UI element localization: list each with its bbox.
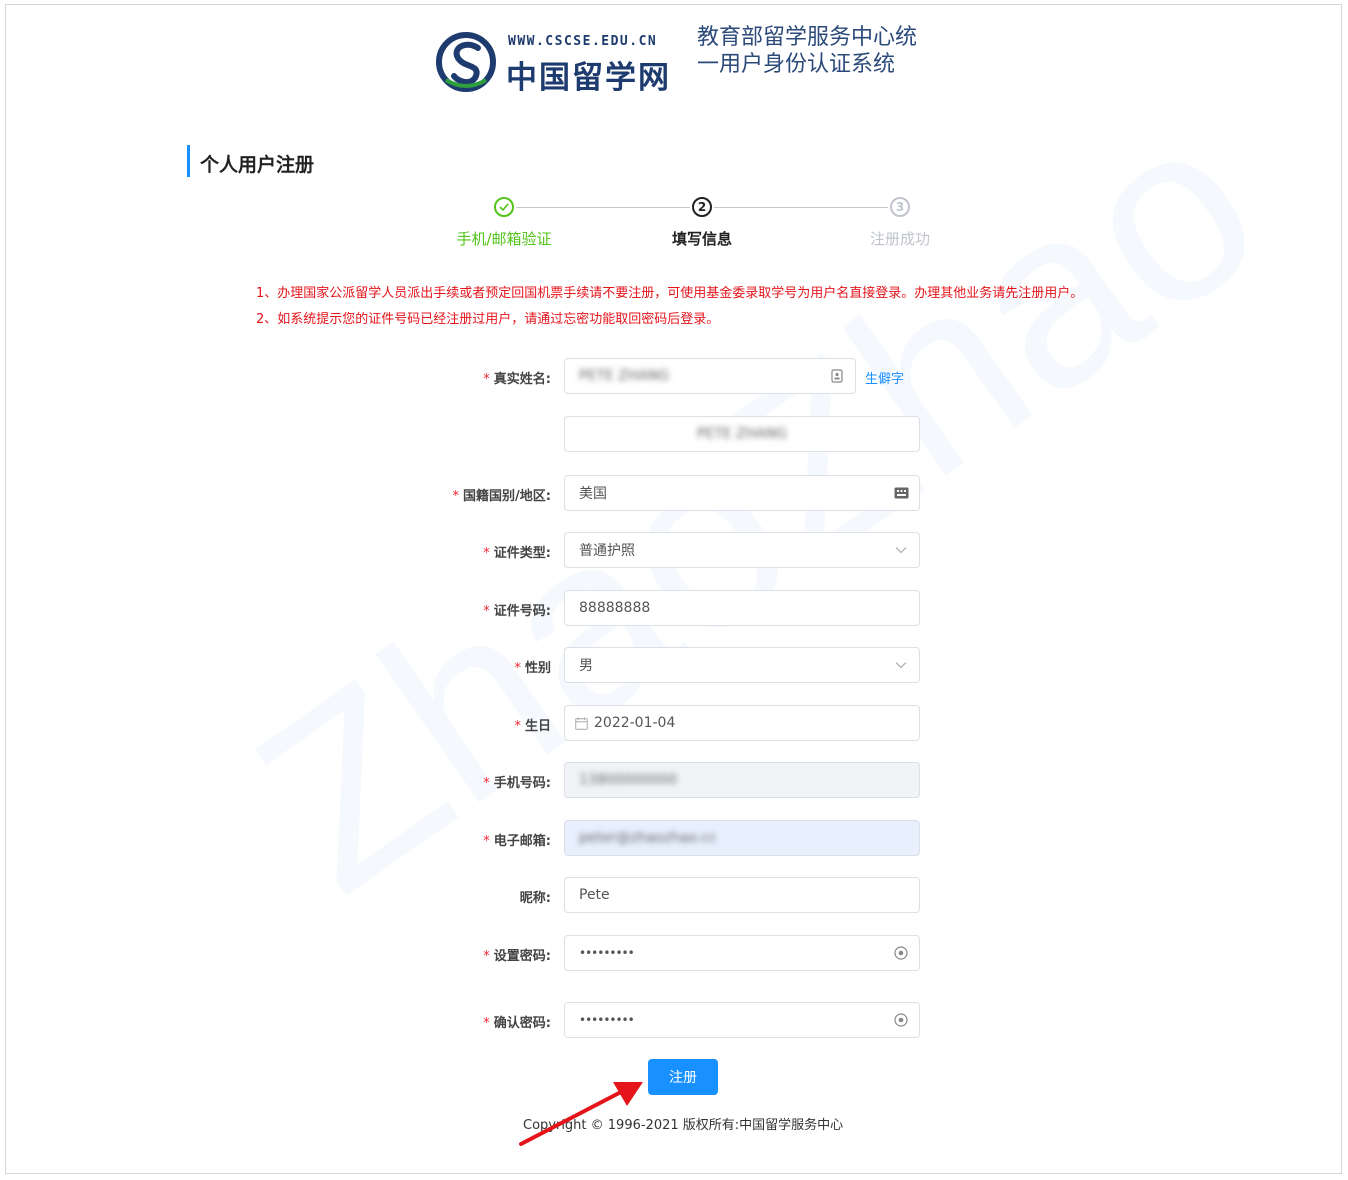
- page-frame: [5, 4, 1342, 1174]
- step-1-label: 手机/邮箱验证: [456, 230, 552, 248]
- phone-input: 13800000000: [564, 762, 920, 798]
- logo-icon: [436, 32, 496, 92]
- birthday-value: 2022-01-04: [594, 715, 676, 731]
- birthday-date-picker[interactable]: 2022-01-04: [564, 705, 920, 741]
- logo-url: WWW.CSCSE.EDU.CN: [508, 34, 658, 49]
- eye-icon[interactable]: [893, 1012, 909, 1028]
- nickname-value: Pete: [579, 887, 610, 903]
- keyboard-icon[interactable]: [893, 485, 909, 501]
- phone-value: 13800000000: [579, 772, 677, 788]
- name-preview-value: PETE ZHANG: [696, 426, 788, 442]
- eye-icon[interactable]: [893, 945, 909, 961]
- name-preview-box: PETE ZHANG: [564, 416, 920, 452]
- real-name-value: PETE ZHANG: [579, 368, 670, 384]
- contact-card-icon[interactable]: [829, 368, 845, 384]
- id-number-label: * 证件号码:: [483, 604, 551, 619]
- step-connector-2: [714, 207, 888, 208]
- red-arrow-annotation: [519, 1082, 643, 1146]
- email-label: * 电子邮箱:: [483, 834, 551, 849]
- step-connector-1: [516, 207, 690, 208]
- register-button[interactable]: 注册: [648, 1059, 718, 1095]
- chevron-down-icon: [893, 657, 909, 673]
- id-type-select[interactable]: 普通护照: [564, 532, 920, 568]
- confirm-password-value: •••••••••: [579, 1013, 635, 1027]
- nationality-input[interactable]: 美国: [564, 475, 920, 511]
- system-title: 教育部留学服务中心统一用户身份认证系统: [697, 25, 918, 77]
- gender-value: 男: [579, 658, 593, 674]
- nationality-label: * 国籍国别/地区:: [452, 489, 551, 504]
- chevron-down-icon: [893, 542, 909, 558]
- notice-1: 1、办理国家公派留学人员派出手续或者预定回国机票手续请不要注册，可使用基金委录取…: [256, 286, 1084, 301]
- nickname-label: 昵称:: [519, 891, 551, 906]
- nickname-input[interactable]: Pete: [564, 877, 920, 913]
- real-name-input[interactable]: PETE ZHANG: [564, 358, 856, 394]
- page-title: 个人用户注册: [187, 145, 314, 177]
- password-input[interactable]: •••••••••: [564, 935, 920, 971]
- phone-label: * 手机号码:: [483, 776, 551, 791]
- notice-2: 2、如系统提示您的证件号码已经注册过用户，请通过忘密功能取回密码后登录。: [256, 312, 720, 327]
- id-number-value: 88888888: [579, 600, 651, 616]
- password-value: •••••••••: [579, 946, 635, 960]
- password-label: * 设置密码:: [483, 949, 551, 964]
- step-2-label: 填写信息: [671, 230, 732, 248]
- step-3-number: 3: [890, 197, 910, 217]
- gender-label: * 性别: [514, 661, 551, 676]
- nationality-value: 美国: [579, 486, 607, 502]
- gender-select[interactable]: 男: [564, 647, 920, 683]
- step-2-number: 2: [692, 197, 712, 217]
- birthday-label: * 生日: [514, 719, 551, 734]
- step-1-check-icon: [494, 197, 514, 217]
- logo-title: 中国留学网: [506, 60, 671, 96]
- email-input[interactable]: peter@zhaozhao.cc: [564, 820, 920, 856]
- real-name-label: * 真实姓名:: [483, 372, 551, 387]
- confirm-password-input[interactable]: •••••••••: [564, 1002, 920, 1038]
- email-value: peter@zhaozhao.cc: [579, 830, 717, 846]
- calendar-icon: [575, 717, 588, 730]
- id-type-value: 普通护照: [579, 543, 635, 559]
- step-3-label: 注册成功: [869, 230, 930, 248]
- id-type-label: * 证件类型:: [483, 546, 551, 561]
- id-number-input[interactable]: 88888888: [564, 590, 920, 626]
- confirm-password-label: * 确认密码:: [483, 1016, 551, 1031]
- rare-character-link[interactable]: 生僻字: [865, 368, 904, 387]
